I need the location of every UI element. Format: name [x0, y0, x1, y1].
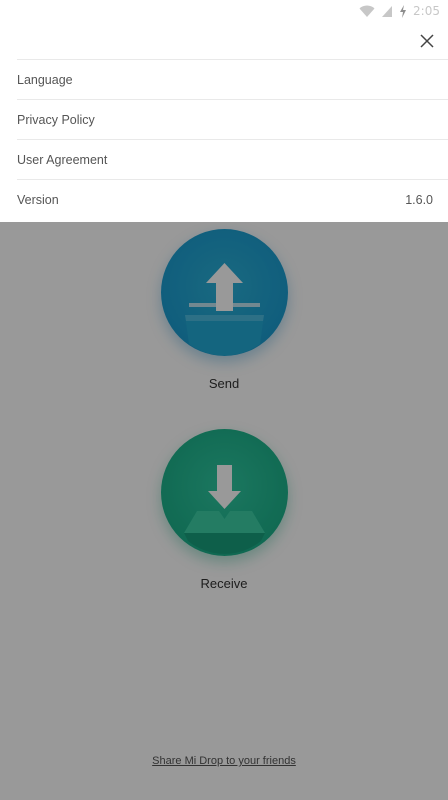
menu-item-label: Language	[17, 72, 73, 87]
menu-item-user-agreement[interactable]: User Agreement	[17, 139, 448, 179]
menu-item-label: Privacy Policy	[17, 112, 95, 127]
status-bar: 2:05	[0, 0, 448, 22]
menu-item-privacy-policy[interactable]: Privacy Policy	[17, 99, 448, 139]
menu-item-label: Version	[17, 192, 59, 207]
menu-item-version: Version 1.6.0	[17, 179, 448, 219]
wifi-icon	[359, 5, 375, 18]
status-time: 2:05	[413, 4, 440, 18]
version-value: 1.6.0	[405, 192, 433, 207]
settings-menu: Language Privacy Policy User Agreement V…	[0, 59, 448, 219]
close-button[interactable]	[416, 30, 438, 52]
settings-sheet: Language Privacy Policy User Agreement V…	[0, 22, 448, 222]
close-icon	[420, 34, 434, 48]
menu-item-label: User Agreement	[17, 152, 108, 167]
charging-icon	[399, 4, 407, 18]
signal-icon	[381, 5, 393, 18]
menu-item-language[interactable]: Language	[17, 59, 448, 99]
status-icons: 2:05	[359, 3, 440, 19]
